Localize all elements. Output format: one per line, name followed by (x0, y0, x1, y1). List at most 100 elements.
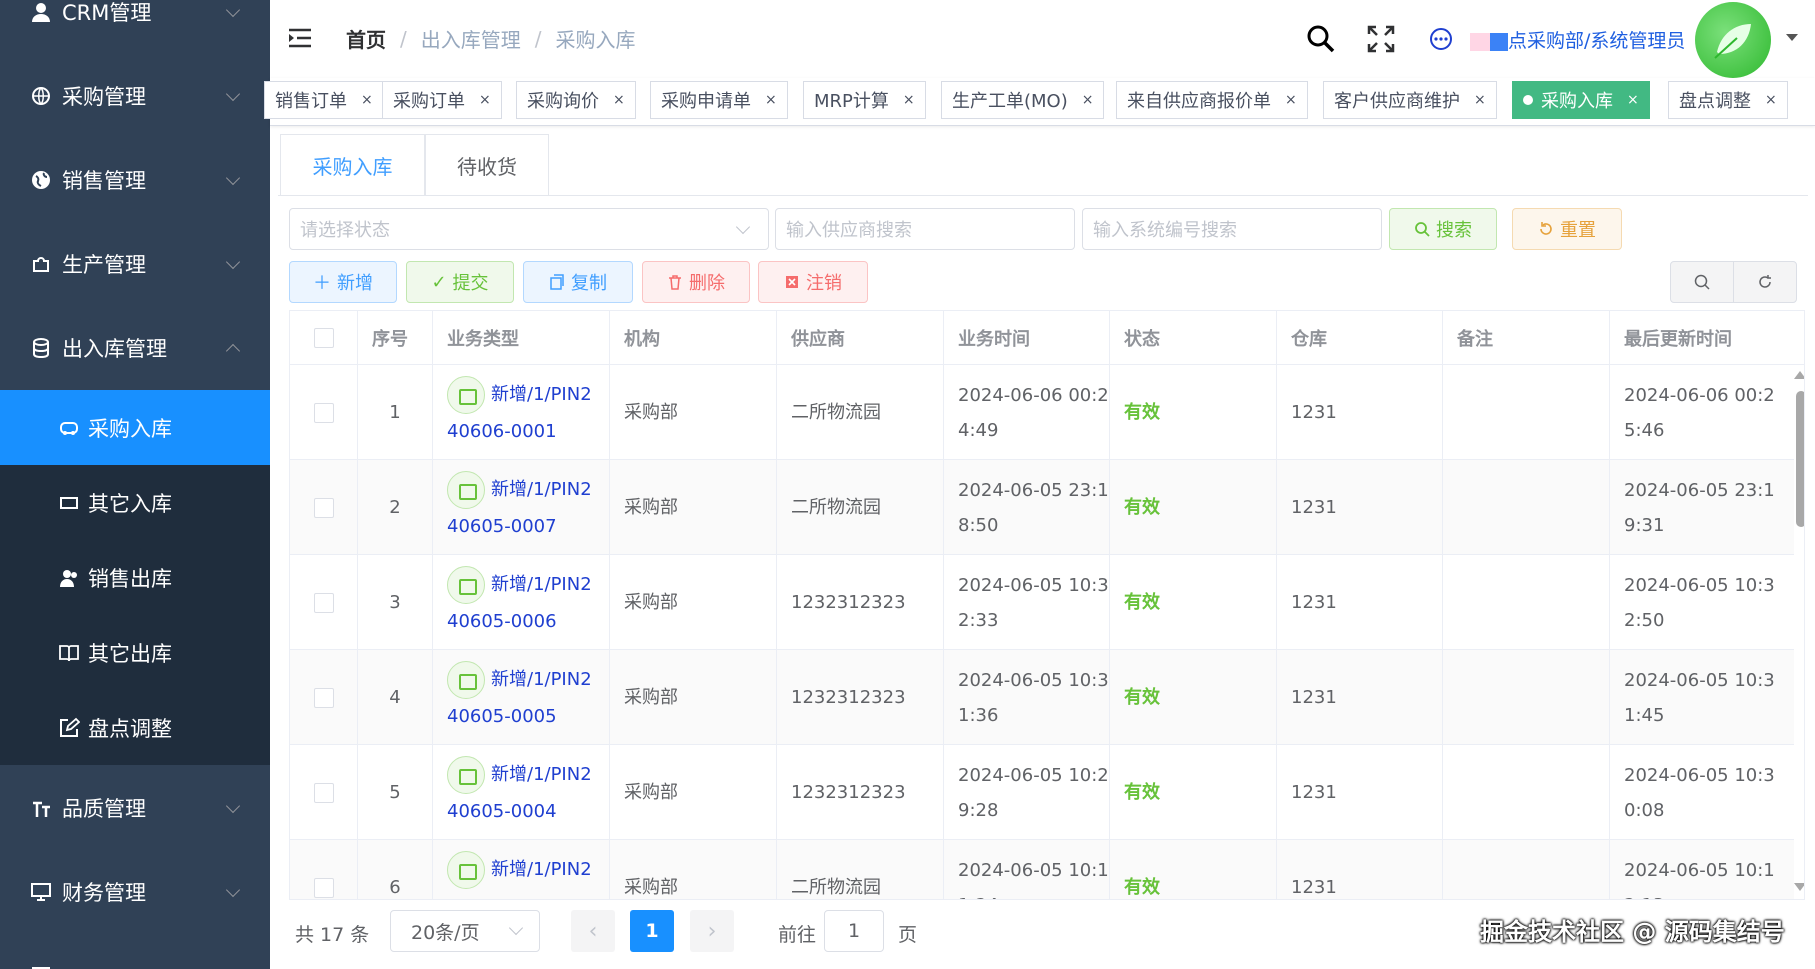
scroll-down-arrow[interactable] (1794, 883, 1804, 891)
biz-link-part1[interactable]: 新增/1/PIN2 (491, 479, 592, 500)
cell-warehouse: 1231 (1277, 840, 1443, 899)
reset-button[interactable]: 重置 (1512, 208, 1622, 250)
print-icon[interactable] (447, 755, 485, 794)
biz-link-part2[interactable]: 40605-0006 (447, 611, 557, 632)
menu-quality[interactable]: 品质管理 (0, 766, 270, 850)
close-icon[interactable]: × (613, 92, 625, 108)
close-icon[interactable]: × (765, 92, 777, 108)
close-icon[interactable]: × (903, 92, 915, 108)
cell-biz-type: 新增/1/PIN2 40605-0007 (433, 460, 610, 555)
current-page-button[interactable]: 1 (630, 910, 674, 952)
select-all-checkbox[interactable] (313, 328, 334, 348)
table-row[interactable]: 6新增/1/PIN240605-0003采购部二所物流园2024-06-05 1… (290, 840, 1804, 900)
delete-button[interactable]: 删除 (642, 261, 750, 303)
scrollbar-thumb[interactable] (1796, 391, 1804, 527)
tag-purchase-inquiry[interactable]: 采购询价 × (516, 81, 636, 119)
submit-button[interactable]: ✓ 提交 (406, 261, 514, 303)
tag-mrp[interactable]: MRP计算 × (803, 81, 926, 119)
tag-mo[interactable]: 生产工单(MO) × (941, 81, 1105, 119)
menu-finance[interactable]: 财务管理 (0, 850, 270, 934)
menu-production[interactable]: 生产管理 (0, 222, 270, 306)
row-checkbox[interactable] (313, 782, 334, 803)
tab-purchase-inbound[interactable]: 采购入库 (280, 134, 425, 196)
row-checkbox[interactable] (313, 877, 334, 898)
sidebar-item-other-inbound[interactable]: 其它入库 (0, 465, 270, 540)
row-checkbox[interactable] (313, 497, 334, 518)
row-checkbox[interactable] (313, 402, 334, 423)
biz-link-part2[interactable]: 40605-0004 (447, 801, 557, 822)
tab-pending-receipt[interactable]: 待收货 (425, 134, 549, 196)
code-search-input[interactable]: 输入系统编号搜索 (1082, 208, 1382, 250)
tag-purchase-inbound[interactable]: 采购入库 × (1512, 81, 1650, 119)
table-row[interactable]: 2 新增/1/PIN2 40605-0007 采购部 二所物流园 2024-06-05 2… (290, 460, 1804, 555)
close-icon[interactable]: × (1082, 92, 1094, 108)
tag-stock-adjust[interactable]: 盘点调整 × (1668, 81, 1788, 119)
table-row[interactable]: 1 新增/1/PIN2 40606-0001 采购部 二所物流园 2024-06-06 0… (290, 365, 1804, 460)
toggle-search-button[interactable] (1670, 261, 1734, 303)
avatar[interactable] (1695, 2, 1771, 78)
page-size-select[interactable]: 20条/页 (390, 910, 540, 952)
plus-icon: ＋ (313, 273, 331, 294)
biz-link-part2[interactable]: 40605-0005 (447, 706, 557, 727)
close-icon[interactable]: × (1627, 92, 1639, 108)
tag-supplier-quote[interactable]: 来自供应商报价单 × (1116, 81, 1308, 119)
biz-link-part1[interactable]: 新增/1/PIN2 (491, 764, 592, 785)
close-icon[interactable]: × (361, 92, 373, 108)
status-select[interactable]: 请选择状态 (289, 208, 769, 250)
close-icon[interactable]: × (479, 92, 491, 108)
refresh-button[interactable] (1733, 261, 1797, 303)
sidebar-item-stock-adjust[interactable]: 盘点调整 (0, 690, 270, 765)
biz-link-part1[interactable]: 新增/1/PIN2 (491, 384, 592, 405)
tag-purchase-order[interactable]: 采购订单 × (382, 81, 502, 119)
close-icon[interactable]: × (1285, 92, 1297, 108)
menu-sales[interactable]: 销售管理 (0, 138, 270, 222)
close-icon[interactable]: × (1765, 92, 1777, 108)
row-checkbox[interactable] (313, 592, 334, 613)
biz-link-part1[interactable]: 新增/1/PIN2 (491, 859, 592, 880)
breadcrumb-home[interactable]: 首页 (346, 24, 386, 53)
row-checkbox[interactable] (313, 687, 334, 708)
cancel-button[interactable]: 注销 (758, 261, 868, 303)
menu-warehouse[interactable]: 出入库管理 (0, 306, 270, 390)
search-button[interactable]: 搜索 (1389, 208, 1497, 250)
user-info[interactable]: 点采购部/系统管理员 (1470, 26, 1685, 53)
message-icon[interactable] (1426, 24, 1456, 54)
menu-crm[interactable]: CRM管理 (0, 0, 270, 54)
biz-link-part2[interactable]: 40605-0003 (447, 896, 557, 900)
menu-next[interactable] (0, 932, 270, 969)
print-icon[interactable] (447, 470, 485, 509)
biz-link-part1[interactable]: 新增/1/PIN2 (491, 669, 592, 690)
table-row[interactable]: 3 新增/1/PIN2 40605-0006 采购部 1232312323 2024-06… (290, 555, 1804, 650)
biz-link-part2[interactable]: 40605-0007 (447, 516, 557, 537)
biz-link-part1[interactable]: 新增/1/PIN2 (491, 574, 592, 595)
hamburger-icon[interactable] (288, 27, 312, 49)
caret-down-icon[interactable] (1786, 34, 1798, 41)
sidebar-item-sales-outbound[interactable]: 销售出库 (0, 540, 270, 615)
table-row[interactable]: 5 新增/1/PIN2 40605-0004 采购部 1232312323 2024-06… (290, 745, 1804, 840)
prev-page-button[interactable]: ‹ (571, 910, 615, 952)
cell-biz-type: 新增/1/PIN2 40605-0006 (433, 555, 610, 650)
print-icon[interactable] (447, 850, 485, 889)
table-row[interactable]: 4 新增/1/PIN2 40605-0005 采购部 1232312323 2024-06… (290, 650, 1804, 745)
supplier-search-input[interactable]: 输入供应商搜索 (775, 208, 1075, 250)
print-icon[interactable] (447, 565, 485, 604)
biz-link-part2[interactable]: 40606-0001 (447, 421, 557, 442)
user-blur-block (1470, 32, 1490, 51)
fullscreen-icon[interactable] (1366, 24, 1396, 54)
goto-page-input[interactable]: 1 (824, 910, 884, 952)
print-icon[interactable] (447, 375, 485, 414)
sidebar-item-purchase-inbound[interactable]: 采购入库 (0, 390, 270, 465)
menu-purchase[interactable]: 采购管理 (0, 54, 270, 138)
tag-purchase-request[interactable]: 采购申请单 × (650, 81, 788, 119)
tag-customer-supplier[interactable]: 客户供应商维护 × (1323, 81, 1497, 119)
next-page-button[interactable]: › (690, 910, 734, 952)
sidebar-item-other-outbound[interactable]: 其它出库 (0, 615, 270, 690)
copy-button[interactable]: 复制 (523, 261, 633, 303)
tag-sales-order[interactable]: 销售订单 × (264, 81, 384, 119)
scroll-up-arrow[interactable] (1794, 371, 1804, 379)
vertical-scrollbar[interactable] (1794, 365, 1804, 899)
add-button[interactable]: ＋ 新增 (289, 261, 397, 303)
search-icon[interactable] (1306, 24, 1336, 54)
print-icon[interactable] (447, 660, 485, 699)
close-icon[interactable]: × (1474, 92, 1486, 108)
